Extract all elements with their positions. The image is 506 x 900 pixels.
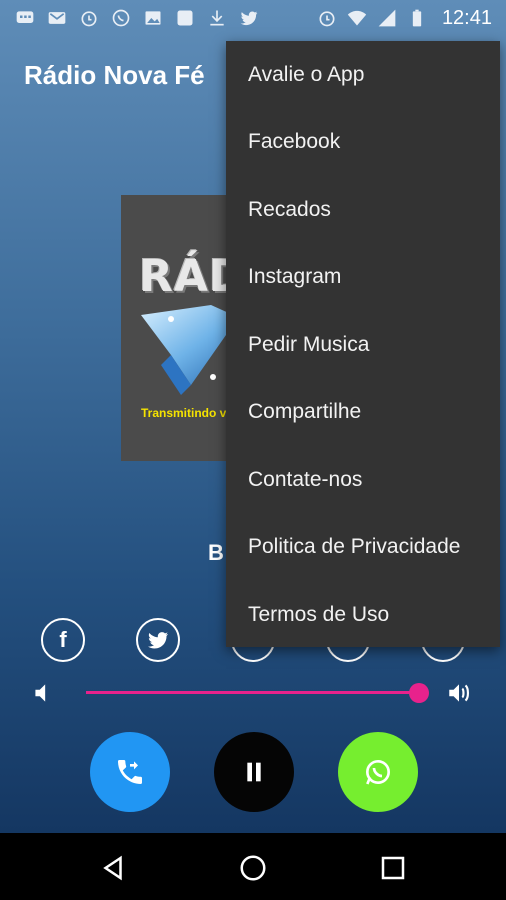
menu-item-avalie[interactable]: Avalie o App bbox=[226, 41, 500, 109]
navigation-bar bbox=[0, 833, 506, 900]
app-title: Rádio Nova Fé bbox=[24, 60, 205, 90]
image-icon bbox=[142, 7, 164, 29]
song-title: B bbox=[208, 540, 224, 565]
overflow-menu: Avalie o App Facebook Recados Instagram … bbox=[226, 41, 500, 647]
recents-icon[interactable] bbox=[376, 851, 410, 885]
menu-item-facebook[interactable]: Facebook bbox=[226, 109, 500, 177]
phone-forward-icon bbox=[118, 760, 142, 784]
system-icons: 12:41 bbox=[316, 7, 492, 30]
app-icon bbox=[174, 7, 196, 29]
volume-fill bbox=[86, 691, 419, 694]
twitter-icon[interactable] bbox=[136, 618, 180, 662]
menu-item-instagram[interactable]: Instagram bbox=[226, 244, 500, 312]
volume-low-icon[interactable] bbox=[28, 680, 58, 706]
volume-row bbox=[0, 675, 506, 709]
facebook-icon[interactable]: f bbox=[41, 618, 85, 662]
signal-icon bbox=[376, 7, 398, 29]
alarm-icon bbox=[316, 7, 338, 29]
menu-item-compartilhe[interactable]: Compartilhe bbox=[226, 379, 500, 447]
message-icon bbox=[14, 7, 36, 29]
volume-thumb[interactable] bbox=[408, 683, 429, 703]
pause-icon bbox=[247, 762, 261, 782]
download-icon bbox=[206, 7, 228, 29]
menu-item-pedir-musica[interactable]: Pedir Musica bbox=[226, 311, 500, 379]
clock: 12:41 bbox=[441, 6, 492, 29]
battery-icon bbox=[406, 7, 428, 29]
menu-item-privacidade[interactable]: Politica de Privacidade bbox=[226, 514, 500, 582]
twitter-icon bbox=[238, 7, 260, 29]
menu-item-contate[interactable]: Contate-nos bbox=[226, 446, 500, 514]
notification-icons bbox=[14, 7, 260, 29]
alarm-icon bbox=[78, 7, 100, 29]
volume-high-icon[interactable] bbox=[444, 680, 474, 706]
facebook-glyph: f bbox=[59, 627, 67, 652]
gmail-icon bbox=[46, 7, 68, 29]
volume-slider[interactable] bbox=[86, 683, 429, 703]
wifi-icon bbox=[346, 7, 368, 29]
home-icon[interactable] bbox=[236, 851, 270, 885]
playback-controls bbox=[0, 732, 506, 812]
call-forward-button[interactable] bbox=[90, 732, 170, 812]
menu-item-recados[interactable]: Recados bbox=[226, 176, 500, 244]
back-icon[interactable] bbox=[96, 851, 130, 885]
whatsapp-button[interactable] bbox=[338, 732, 418, 812]
whatsapp-icon bbox=[110, 7, 132, 29]
logo-tagline: Transmitindo v bbox=[141, 406, 227, 420]
whatsapp-icon bbox=[366, 760, 390, 785]
pause-button[interactable] bbox=[214, 732, 294, 812]
status-bar: 12:41 bbox=[0, 0, 506, 36]
menu-item-termos[interactable]: Termos de Uso bbox=[226, 581, 500, 649]
